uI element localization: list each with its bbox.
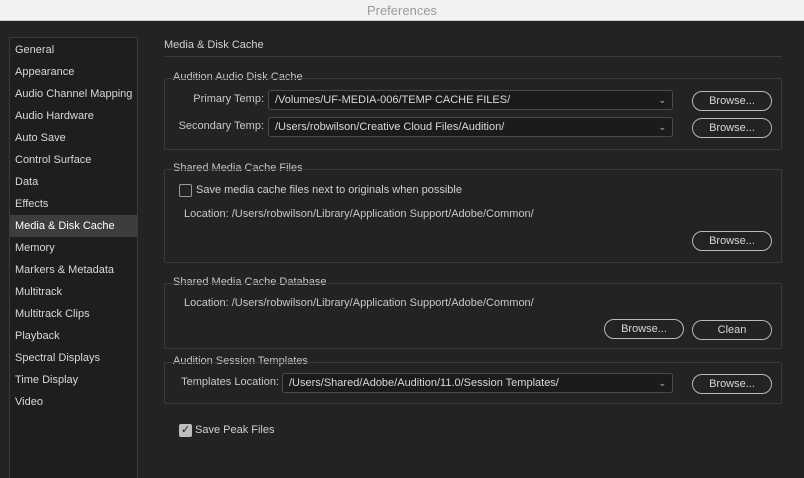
disk-cache-group xyxy=(164,78,782,150)
sidebar-item-effects[interactable]: Effects xyxy=(10,193,137,215)
shared-files-location: Location: /Users/robwilson/Library/Appli… xyxy=(184,208,534,220)
sidebar-item-multitrack-clips[interactable]: Multitrack Clips xyxy=(10,303,137,325)
sidebar-item-time-display[interactable]: Time Display xyxy=(10,369,137,391)
shared-db-group xyxy=(164,283,782,349)
page-title: Media & Disk Cache xyxy=(164,39,264,51)
templates-location-dropdown[interactable]: /Users/Shared/Adobe/Audition/11.0/Sessio… xyxy=(282,373,673,393)
templates-location-value: /Users/Shared/Adobe/Audition/11.0/Sessio… xyxy=(289,377,559,389)
secondary-temp-value: /Users/robwilson/Creative Cloud Files/Au… xyxy=(275,121,505,133)
sidebar-item-auto-save[interactable]: Auto Save xyxy=(10,127,137,149)
primary-temp-label: Primary Temp: xyxy=(193,93,264,105)
checkmark-icon: ✓ xyxy=(181,424,191,436)
sidebar-item-video[interactable]: Video xyxy=(10,391,137,413)
templates-browse-button[interactable]: Browse... xyxy=(692,374,772,394)
save-peak-files-checkbox[interactable]: ✓ xyxy=(179,424,192,437)
save-peak-files-label: Save Peak Files xyxy=(195,424,275,436)
secondary-temp-browse-button[interactable]: Browse... xyxy=(692,118,772,138)
sidebar-item-data[interactable]: Data xyxy=(10,171,137,193)
save-cache-next-to-originals-checkbox[interactable] xyxy=(179,184,192,197)
sidebar-item-general[interactable]: General xyxy=(10,39,137,61)
templates-location-label: Templates Location: xyxy=(181,376,279,388)
secondary-temp-label: Secondary Temp: xyxy=(178,120,264,132)
title-divider xyxy=(164,56,782,57)
shared-db-browse-button[interactable]: Browse... xyxy=(604,319,684,339)
primary-temp-browse-button[interactable]: Browse... xyxy=(692,91,772,111)
chevron-down-icon: ⌄ xyxy=(658,122,666,132)
sidebar-item-media-disk-cache[interactable]: Media & Disk Cache xyxy=(10,215,137,237)
chevron-down-icon: ⌄ xyxy=(658,378,666,388)
shared-files-browse-button[interactable]: Browse... xyxy=(692,231,772,251)
sidebar-item-playback[interactable]: Playback xyxy=(10,325,137,347)
sidebar-item-appearance[interactable]: Appearance xyxy=(10,61,137,83)
shared-db-location: Location: /Users/robwilson/Library/Appli… xyxy=(184,297,534,309)
sidebar-item-multitrack[interactable]: Multitrack xyxy=(10,281,137,303)
chevron-down-icon: ⌄ xyxy=(658,95,666,105)
primary-temp-dropdown[interactable]: /Volumes/UF-MEDIA-006/TEMP CACHE FILES/ … xyxy=(268,90,673,110)
secondary-temp-dropdown[interactable]: /Users/robwilson/Creative Cloud Files/Au… xyxy=(268,117,673,137)
sidebar-item-markers-metadata[interactable]: Markers & Metadata xyxy=(10,259,137,281)
sidebar-item-audio-channel-mapping[interactable]: Audio Channel Mapping xyxy=(10,83,137,105)
clean-button[interactable]: Clean xyxy=(692,320,772,340)
sidebar-item-audio-hardware[interactable]: Audio Hardware xyxy=(10,105,137,127)
sidebar-item-memory[interactable]: Memory xyxy=(10,237,137,259)
preferences-sidebar: General Appearance Audio Channel Mapping Au… xyxy=(9,37,138,478)
primary-temp-value: /Volumes/UF-MEDIA-006/TEMP CACHE FILES/ xyxy=(275,94,511,106)
sidebar-item-spectral-displays[interactable]: Spectral Displays xyxy=(10,347,137,369)
sidebar-item-control-surface[interactable]: Control Surface xyxy=(10,149,137,171)
save-cache-next-to-originals-label: Save media cache files next to originals… xyxy=(196,184,462,196)
window-title: Preferences xyxy=(0,0,804,21)
preferences-window: General Appearance Audio Channel Mapping Au… xyxy=(0,21,804,478)
